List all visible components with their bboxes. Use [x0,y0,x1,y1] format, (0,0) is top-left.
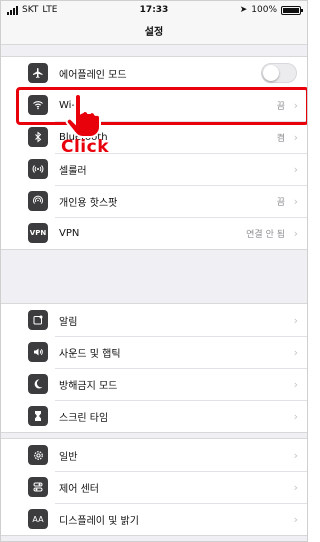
display-label: 디스플레이 및 밝기 [59,515,139,527]
hourglass-icon [28,406,48,426]
chevron-right-icon: › [293,409,298,423]
settings-row-sound[interactable]: 사운드 및 햅틱 › [1,336,307,368]
chevron-right-icon: › [293,313,298,327]
vpn-label: VPN [59,227,80,239]
settings-row-notifications[interactable]: 알림 › [1,304,307,336]
settings-row-do-not-disturb[interactable]: 방해금지 모드 › [1,368,307,400]
settings-row-general[interactable]: 일반 › [1,439,307,471]
chevron-right-icon: › [293,512,298,526]
cellular-icon [28,159,48,179]
moon-icon [28,374,48,394]
location-icon: ➤ [239,5,248,15]
general-label: 일반 [59,451,78,463]
settings-row-screen-time[interactable]: 스크린 타임 › [1,400,307,432]
toggles-icon [28,477,48,497]
settings-row-airplane-mode[interactable]: 에어플레인 모드 [1,57,307,89]
cellular-label: 셀룰러 [59,165,87,177]
battery-percent: 100% [251,5,277,15]
status-bar: SKT LTE 17:33 ➤ 100% [1,1,307,21]
airplane-mode-toggle[interactable] [261,63,297,83]
airplane-mode-label: 에어플레인 모드 [59,69,127,81]
airplane-icon [28,63,48,83]
wifi-value: 끔 [276,101,285,112]
control-center-label: 제어 센터 [59,483,99,495]
battery-icon [281,5,303,15]
hotspot-label: 개인용 핫스팟 [59,197,118,209]
notifications-label: 알림 [59,316,78,328]
bluetooth-icon [28,127,48,147]
chevron-right-icon: › [293,98,298,112]
settings-row-vpn[interactable]: VPN VPN 연결 안 됨 › [1,217,307,249]
sound-icon [28,342,48,362]
settings-row-wifi[interactable]: Wi-Fi 끔 › [1,89,307,121]
pointing-hand-icon [65,93,101,138]
settings-row-cellular[interactable]: 셀룰러 › [1,153,307,185]
notifications-group: 알림 › 사운드 및 햅틱 › 방해금지 모드 › 스크린 타임 › [1,303,307,433]
hotspot-value: 끔 [276,197,285,208]
connectivity-group: 에어플레인 모드 Wi-Fi 끔 › Bluetooth 켬 › 셀룰러 › [1,56,307,250]
chevron-right-icon: › [293,130,298,144]
chevron-right-icon: › [293,194,298,208]
wifi-icon [28,95,48,115]
sound-label: 사운드 및 햅틱 [59,348,121,360]
settings-row-hotspot[interactable]: 개인용 핫스팟 끔 › [1,185,307,217]
settings-row-bluetooth[interactable]: Bluetooth 켬 › [1,121,307,153]
chevron-right-icon: › [293,480,298,494]
status-right: ➤ 100% [239,5,303,15]
settings-row-display[interactable]: AA 디스플레이 및 밝기 › [1,503,307,535]
vpn-icon: VPN [28,223,48,243]
hotspot-icon [28,191,48,211]
chevron-right-icon: › [293,448,298,462]
gear-icon [28,445,48,465]
chevron-right-icon: › [293,345,298,359]
notifications-icon [28,310,48,330]
display-icon: AA [28,509,48,529]
chevron-right-icon: › [293,162,298,176]
settings-row-control-center[interactable]: 제어 센터 › [1,471,307,503]
page-title: 설정 [1,21,307,45]
iphone-screen: SKT LTE 17:33 ➤ 100% 설정 에어플레인 모드 Wi-Fi 끔… [0,0,308,542]
do-not-disturb-label: 방해금지 모드 [59,380,118,392]
chevron-right-icon: › [293,377,298,391]
chevron-right-icon: › [293,226,298,240]
bluetooth-value: 켬 [276,133,285,144]
screen-time-label: 스크린 타임 [59,412,109,424]
battery-fill [283,7,299,13]
vpn-value: 연결 안 됨 [246,229,285,240]
general-group: 일반 › 제어 센터 › AA 디스플레이 및 밝기 › [1,438,307,536]
toggle-knob [263,65,279,81]
click-annotation: Click [61,137,110,157]
